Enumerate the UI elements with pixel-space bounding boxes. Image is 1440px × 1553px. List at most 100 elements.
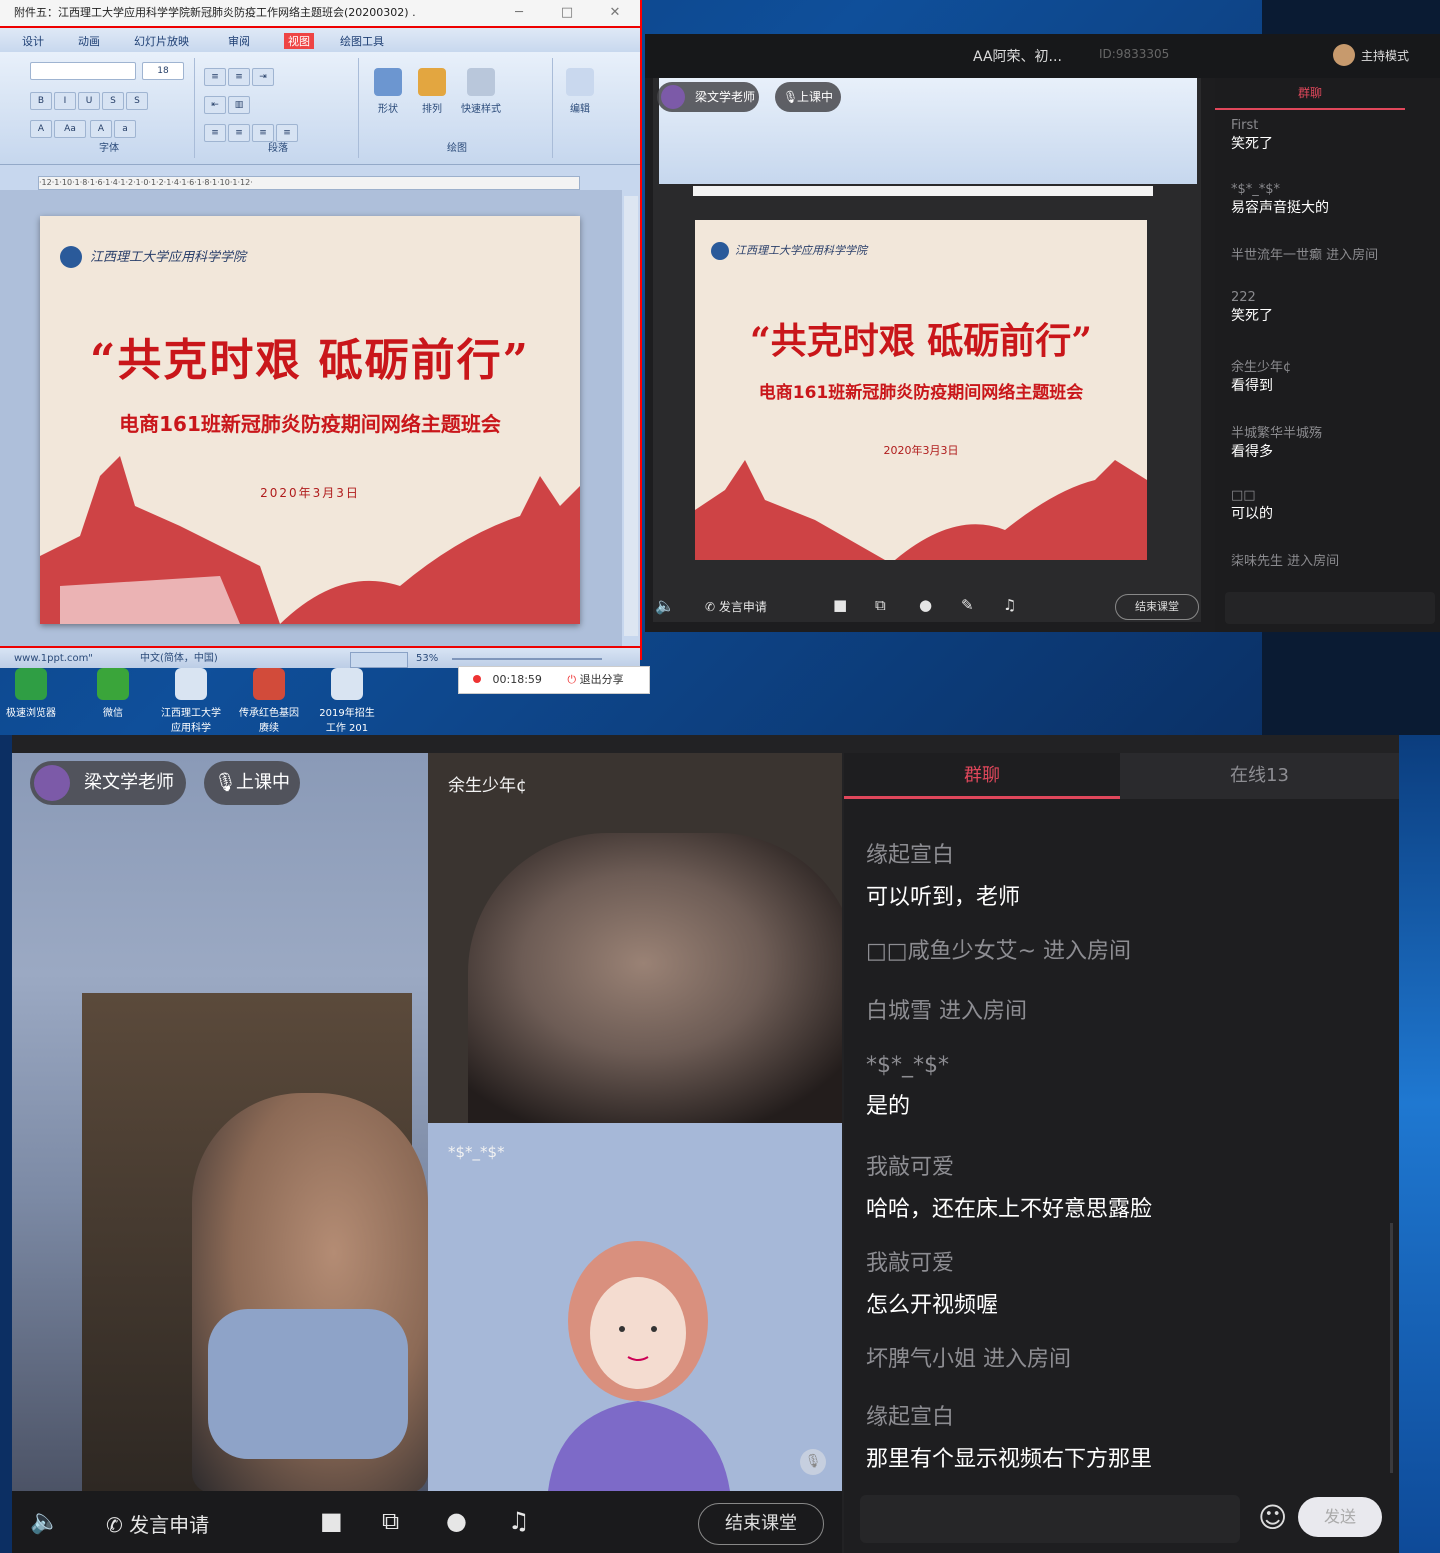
teacher-name: 梁文学老师	[695, 90, 756, 104]
teacher-pill: 梁文学老师	[657, 82, 759, 112]
emoji-icon[interactable]: ☺	[1258, 1501, 1287, 1534]
stop-share-button[interactable]: 退出分享	[580, 673, 624, 686]
music-icon[interactable]: ♫	[1003, 596, 1016, 614]
system-message: 白城雪 进入房间	[866, 999, 1027, 1024]
font-group-label: 字体	[99, 143, 119, 154]
decrease-indent-icon[interactable]: ⇤	[204, 96, 226, 114]
tab-drawing-tools[interactable]: 绘图工具	[340, 33, 384, 49]
font-size-box[interactable]: 18	[142, 62, 184, 80]
editing-button[interactable]: 编辑	[562, 68, 598, 122]
send-button[interactable]: 发送	[1298, 1497, 1382, 1537]
tab-view[interactable]: 视图	[284, 33, 314, 49]
change-case-icon[interactable]: Aa	[54, 120, 86, 138]
italic-icon[interactable]: I	[54, 92, 76, 110]
shadow-icon[interactable]: S	[126, 92, 148, 110]
message-text: 可以的	[1231, 506, 1273, 522]
microphone-icon[interactable]: ●	[919, 596, 932, 614]
small-chat-panel: 群聊 First 笑死了 *$*_*$* 易容声音挺大的 半世流年一世癫 进入房间 …	[1215, 78, 1440, 632]
find-icon	[566, 68, 594, 96]
sender-name: 缘起宣白	[866, 843, 955, 868]
maximize-icon[interactable]: □	[544, 0, 590, 26]
tab-animation[interactable]: 动画	[78, 33, 100, 49]
chat-scrollbar[interactable]	[1390, 1223, 1393, 1473]
apply-speak-button[interactable]: ✆ 发言申请	[106, 1509, 209, 1538]
numbering-icon[interactable]: ≡	[228, 68, 250, 86]
small-chat-message: 222 笑死了	[1231, 290, 1273, 325]
tab-chat[interactable]: 群聊	[844, 753, 1120, 799]
shared-slide: 江西理工大学应用科学学院 “共克时艰 砥砺前行” 电商161班新冠肺炎防疫期间网…	[695, 220, 1147, 560]
underline-icon[interactable]: U	[78, 92, 100, 110]
chat-input[interactable]	[860, 1495, 1240, 1543]
document-icon	[331, 668, 363, 700]
grow-font-icon[interactable]: A	[90, 120, 112, 138]
arrange-button[interactable]: 排列	[414, 68, 450, 122]
small-chat-message: 柒味先生 进入房间	[1231, 550, 1339, 569]
end-class-button-small[interactable]: 结束课堂	[1115, 594, 1199, 620]
quick-styles-button[interactable]: 快速样式	[458, 68, 504, 122]
room-id: ID:9833305	[1099, 47, 1170, 61]
live-class-window-small: AA阿荣、初... ID:9833305 主持模式 江西理工大学应用科学学院 “…	[645, 34, 1440, 632]
zoom-slider[interactable]	[452, 658, 602, 660]
tab-design[interactable]: 设计	[22, 33, 44, 49]
speaker-icon[interactable]: 🔈	[30, 1507, 60, 1535]
student-person	[468, 833, 842, 1123]
minimize-icon[interactable]: ─	[496, 0, 542, 26]
camera-icon[interactable]: ■	[320, 1507, 343, 1535]
strikethrough-icon[interactable]: S	[102, 92, 124, 110]
shapes-button[interactable]: 形状	[370, 68, 406, 122]
tab-slideshow[interactable]: 幻灯片放映	[134, 33, 189, 49]
microphone-icon[interactable]: ●	[446, 1507, 467, 1535]
end-class-button[interactable]: 结束课堂	[698, 1503, 824, 1545]
bold-icon[interactable]: B	[30, 92, 52, 110]
desktop-icons: 极速浏览器 微信 江西理工大学应用科学 传承红色基因 赓续 2019年招生工作 …	[0, 668, 400, 734]
speaker-icon[interactable]: 🔈	[655, 596, 675, 615]
edit-icon[interactable]: ✎	[961, 596, 974, 614]
sender-name: First	[1231, 118, 1259, 133]
status-text: 上课中	[236, 772, 290, 793]
shared-slide-subtitle: 电商161班新冠肺炎防疫期间网络主题班会	[758, 383, 1084, 403]
columns-icon[interactable]: ▥	[228, 96, 250, 114]
chat-message: *$*_*$* 是的	[866, 1053, 949, 1120]
view-buttons[interactable]	[350, 652, 408, 668]
message-text: 那里有个显示视频右下方那里	[866, 1447, 1153, 1472]
student-name-2: *$*_*$*	[448, 1143, 505, 1161]
small-tab-chat[interactable]: 群聊	[1215, 78, 1405, 110]
chat-panel: 群聊 在线13 缘起宣白 可以听到，老师 □□咸鱼少女艾~ 进入房间 白城雪 进入…	[844, 753, 1399, 1553]
apply-speak-button[interactable]: ✆ 发言申请	[705, 598, 767, 615]
shrink-font-icon[interactable]: a	[114, 120, 136, 138]
close-icon[interactable]: ✕	[592, 0, 638, 26]
small-chat-input[interactable]	[1225, 592, 1435, 624]
main-control-bar: 🔈 ✆ 发言申请 ■ ⧉ ● ♫ 结束课堂	[12, 1491, 842, 1553]
status-pill: 🎙 上课中	[775, 82, 841, 112]
font-name-box[interactable]	[30, 62, 136, 80]
desktop-icon-wechat[interactable]: 微信	[82, 668, 144, 719]
teacher-name: 梁文学老师	[84, 772, 174, 793]
font-color-icon[interactable]: A	[30, 120, 52, 138]
message-text: 哈哈，还在床上不好意思露脸	[866, 1197, 1153, 1222]
arrange-icon	[418, 68, 446, 96]
camera-icon[interactable]: ■	[833, 596, 847, 614]
desktop-icon-doc3[interactable]: 2019年招生工作 201	[316, 668, 378, 734]
face-mask	[208, 1309, 408, 1459]
tab-online[interactable]: 在线13	[1120, 753, 1399, 799]
system-message: 柒味先生 进入房间	[1231, 554, 1340, 569]
desktop-icon-doc1[interactable]: 江西理工大学应用科学	[160, 668, 222, 734]
avatar[interactable]	[1333, 44, 1355, 66]
teacher-avatar	[34, 765, 70, 801]
chat-message: 缘起宣白 那里有个显示视频右下方那里	[866, 1399, 1152, 1473]
apply-speak-label: 发言申请	[129, 1513, 210, 1537]
desktop-icon-doc2[interactable]: 传承红色基因 赓续	[238, 668, 300, 734]
desktop-icon-browser[interactable]: 极速浏览器	[0, 668, 62, 719]
vertical-scrollbar[interactable]	[624, 196, 638, 636]
message-text: 怎么开视频喔	[866, 1293, 999, 1318]
share-screen-icon[interactable]: ⧉	[875, 596, 886, 614]
message-text: 是的	[866, 1094, 911, 1119]
music-icon[interactable]: ♫	[508, 1507, 530, 1535]
browser-icon	[15, 668, 47, 700]
tab-review[interactable]: 审阅	[228, 33, 250, 49]
chat-message: 我敲可爱 哈哈，还在床上不好意思露脸	[866, 1149, 1152, 1223]
indent-icon[interactable]: ⇥	[252, 68, 274, 86]
small-chat-message: 半城繁华半城殇 看得多	[1231, 422, 1322, 461]
bullets-icon[interactable]: ≡	[204, 68, 226, 86]
share-screen-icon[interactable]: ⧉	[382, 1507, 399, 1535]
